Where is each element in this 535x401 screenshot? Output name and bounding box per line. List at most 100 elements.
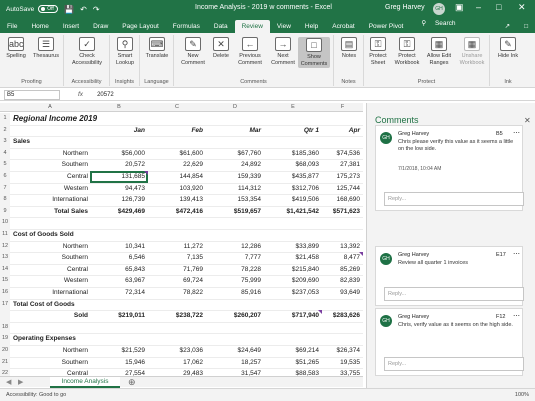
unshare-workbook-button[interactable]: ▦ Unshare Workbook [456, 37, 488, 66]
cell[interactable]: 7,135 [148, 254, 203, 261]
row-header[interactable]: 20 [0, 345, 10, 357]
cell[interactable]: 71,769 [148, 266, 203, 273]
tab-acrobat[interactable]: Acrobat [325, 23, 361, 33]
cell[interactable]: 12,286 [206, 243, 261, 250]
add-sheet-icon[interactable]: ⊕ [128, 377, 136, 388]
redo-icon[interactable]: ↷ [93, 5, 100, 14]
row-header[interactable]: 16 [0, 287, 10, 299]
cell[interactable]: Qtr 1 [264, 127, 319, 134]
protect-workbook-button[interactable]: ⚿ Protect Workbook [392, 37, 422, 66]
cell[interactable]: 78,822 [148, 289, 203, 296]
row-label[interactable]: Sales [13, 138, 30, 145]
cell[interactable]: 75,999 [206, 277, 261, 284]
row-header[interactable]: 17 [0, 298, 10, 311]
comment-indicator-icon[interactable] [144, 171, 148, 175]
protect-sheet-button[interactable]: ⚿ Protect Sheet [366, 37, 390, 66]
row-label[interactable]: Central [10, 266, 88, 273]
cell[interactable]: 15,946 [90, 359, 145, 366]
reply-input[interactable]: Reply... [384, 192, 524, 206]
formula-input[interactable]: 20572 [97, 92, 114, 98]
row-label[interactable]: Southern [10, 254, 88, 261]
row-header[interactable]: 13 [0, 252, 10, 264]
column-header-e[interactable]: E [264, 104, 322, 110]
row-label[interactable]: Northern [10, 150, 88, 157]
spelling-button[interactable]: abc Spelling [4, 37, 28, 60]
scroll-right-icon[interactable]: ▶ [18, 378, 23, 386]
cell[interactable]: 20,572 [90, 161, 145, 168]
row-header[interactable]: 18 [0, 321, 10, 334]
thesaurus-button[interactable]: ☰ Thesaurus [31, 37, 61, 60]
cell[interactable]: $69,214 [264, 347, 320, 354]
cell[interactable]: $74,536 [322, 150, 361, 157]
more-options-icon[interactable]: ⋯ [513, 250, 520, 258]
user-avatar[interactable]: GH [433, 3, 445, 15]
comment-cell-ref[interactable]: F12 [496, 314, 505, 320]
notes-button[interactable]: ▤ Notes [338, 37, 360, 60]
row-header[interactable]: 4 [0, 147, 10, 160]
comment-card[interactable]: GH Greg Harvey B5 ⋯ Chris please verify this… [375, 125, 524, 211]
cell[interactable]: $21,529 [90, 347, 146, 354]
cell[interactable]: $312,706 [264, 185, 319, 192]
row-header[interactable]: 12 [0, 240, 10, 253]
row-label[interactable]: International [10, 196, 88, 203]
row-header[interactable]: 10 [0, 217, 10, 229]
cell[interactable]: 94,473 [90, 185, 145, 192]
cell[interactable]: Feb [148, 127, 203, 134]
autosave-toggle[interactable]: Off [38, 5, 59, 13]
cell[interactable]: $717,940 [264, 312, 319, 319]
comment-card[interactable]: GH Greg Harvey F12 ⋯ Chris, verify value as … [375, 308, 524, 376]
cell[interactable]: $419,506 [264, 196, 319, 203]
cell[interactable]: 85,269 [322, 266, 360, 273]
row-header[interactable]: 8 [0, 194, 10, 206]
delete-comment-button[interactable]: ✕ Delete [210, 37, 232, 60]
column-header-c[interactable]: C [148, 104, 206, 110]
next-comment-button[interactable]: → Next Comment [268, 37, 298, 66]
tab-insert[interactable]: Insert [56, 23, 86, 33]
worksheet-grid[interactable]: ABCDEF 1 Regional Income 2019 2 Jan Feb Mar Qt… [0, 103, 363, 376]
tab-review[interactable]: Review [234, 20, 270, 33]
column-header-f[interactable]: F [322, 104, 363, 110]
row-header[interactable]: 21 [0, 356, 10, 369]
cell[interactable]: $429,469 [90, 208, 145, 215]
row-label[interactable]: Southern [10, 161, 88, 168]
fx-icon[interactable]: fx [78, 91, 83, 98]
cell[interactable]: 159,339 [206, 173, 262, 180]
search-box[interactable]: ⚲ Search [414, 19, 469, 33]
cell[interactable]: $215,840 [264, 266, 319, 273]
row-label[interactable]: Northern [10, 347, 88, 354]
row-header[interactable]: 6 [0, 171, 10, 183]
cell[interactable]: $435,877 [264, 173, 319, 180]
cell[interactable]: 125,744 [322, 185, 361, 192]
tab-power-pivot[interactable]: Power Pivot [362, 23, 411, 33]
row-label[interactable]: Cost of Goods Sold [13, 231, 74, 238]
close-icon[interactable]: ✕ [518, 2, 526, 13]
cell[interactable]: 168,690 [322, 196, 361, 203]
cell[interactable]: 139,413 [148, 196, 204, 203]
cell[interactable]: $67,760 [206, 150, 262, 157]
cell[interactable]: 27,381 [322, 161, 360, 168]
row-header[interactable]: 5 [0, 159, 10, 171]
row-label[interactable]: Total Cost of Goods [13, 301, 75, 308]
row-header[interactable]: 11 [0, 229, 10, 241]
cell[interactable]: 175,273 [322, 173, 361, 180]
cell[interactable]: $219,011 [90, 312, 145, 319]
ribbon-display-icon[interactable]: ▣ [455, 2, 464, 13]
row-label[interactable]: Western [10, 185, 88, 192]
cell[interactable]: $185,360 [264, 150, 319, 157]
row-label[interactable]: Southern [10, 359, 88, 366]
zoom-level[interactable]: 100% [515, 392, 529, 398]
save-icon[interactable]: 💾 [64, 5, 74, 14]
column-header-b[interactable]: B [90, 104, 148, 110]
cell[interactable]: $260,207 [206, 312, 261, 319]
cell[interactable]: 6,546 [90, 254, 145, 261]
cell[interactable]: 103,920 [148, 185, 204, 192]
cell[interactable]: 85,916 [206, 289, 261, 296]
cell[interactable]: $51,265 [264, 359, 320, 366]
cell[interactable]: $237,053 [264, 289, 319, 296]
accessibility-status[interactable]: Accessibility: Good to go [6, 392, 66, 398]
comment-cell-ref[interactable]: B5 [496, 131, 503, 137]
close-comments-icon[interactable]: ✕ [524, 116, 531, 125]
cell[interactable]: 22,629 [148, 161, 203, 168]
row-label[interactable]: Central [10, 173, 88, 180]
cell[interactable]: 10,341 [90, 243, 145, 250]
